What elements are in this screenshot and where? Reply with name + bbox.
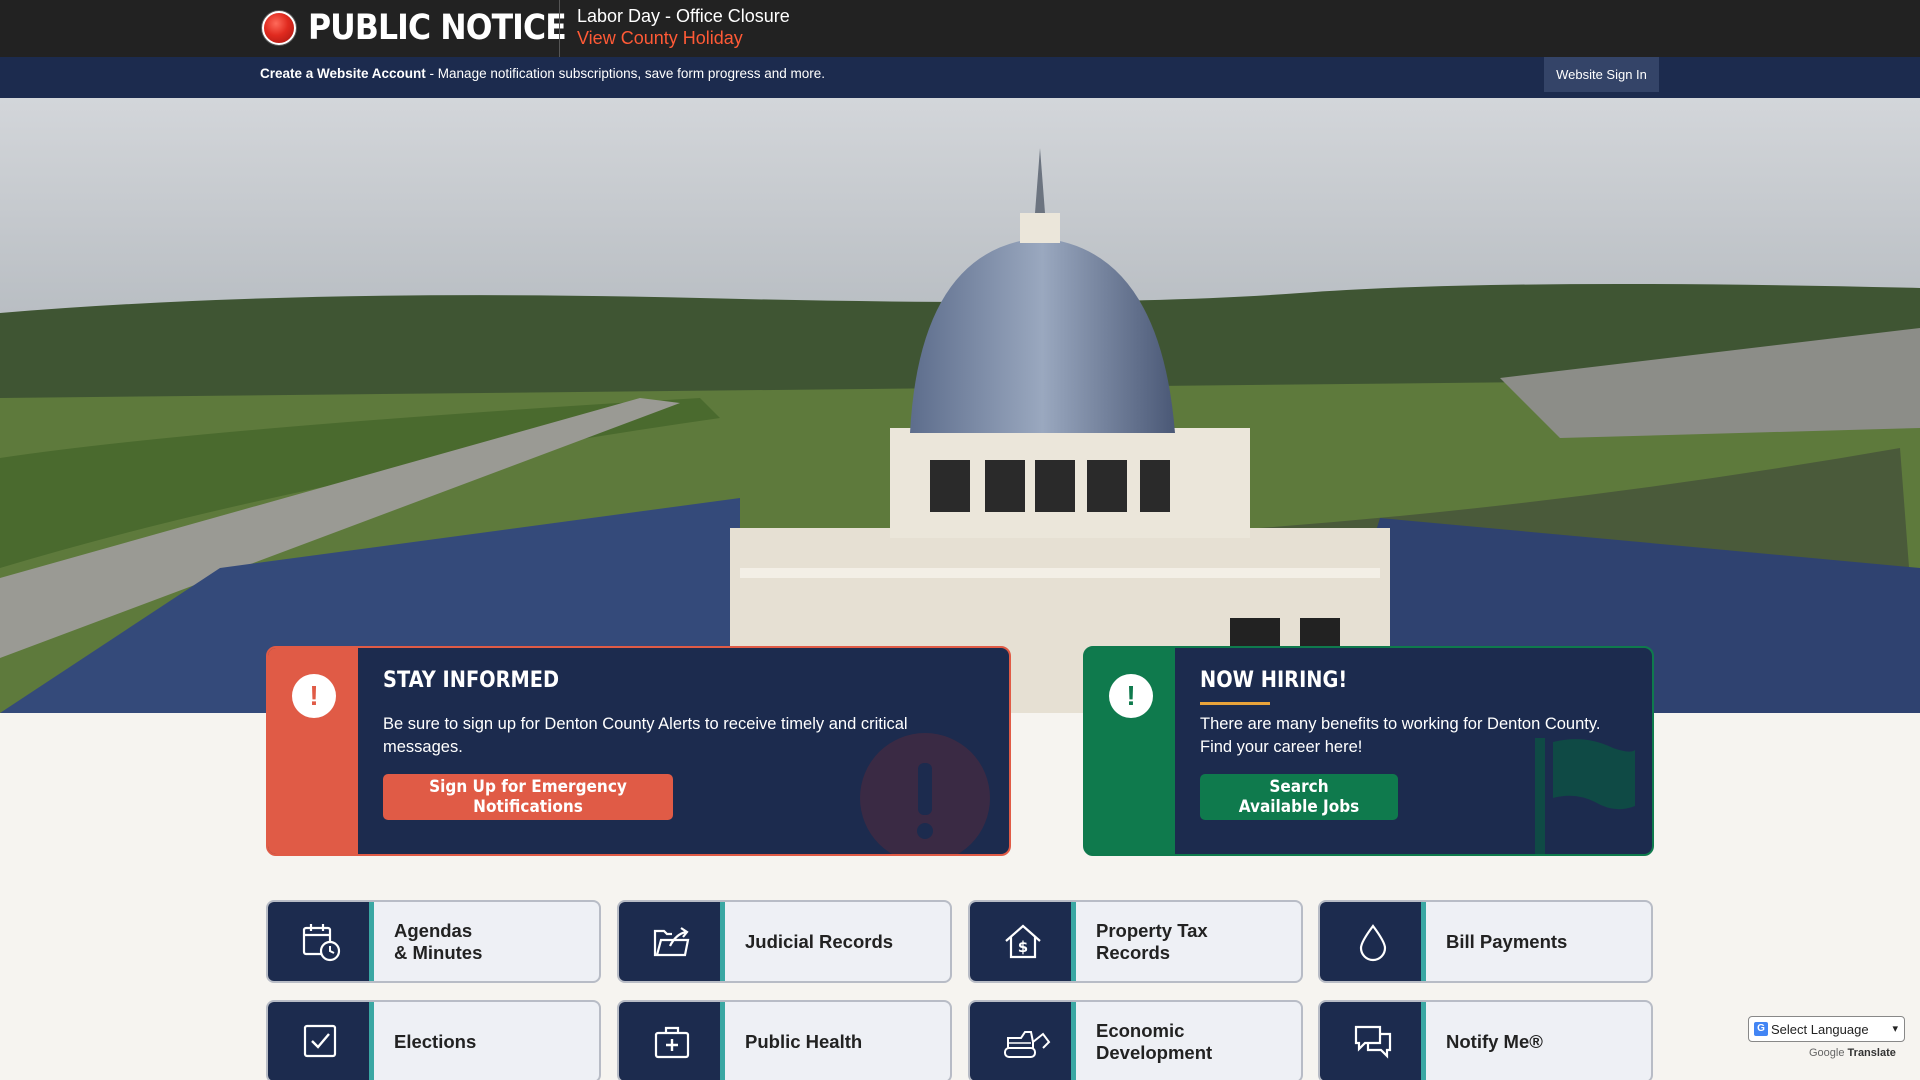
bulldozer-icon [1004, 1031, 1051, 1058]
public-notice-title: PUBLIC NOTICE [308, 8, 567, 48]
tile-label: Elections [394, 1030, 477, 1052]
card-title: NOW HIRING! [1200, 668, 1348, 693]
tile-notify-me[interactable]: Notify Me® [1318, 1000, 1653, 1080]
tile-label: Judicial Records [745, 930, 894, 952]
tile-label: Property Tax Records [1096, 919, 1208, 963]
google-wordmark: Google [1809, 1047, 1845, 1059]
tile-property-tax-records[interactable]: $ Property Tax Records [968, 900, 1303, 983]
website-sign-in-button[interactable]: Website Sign In [1544, 57, 1659, 92]
exclamation-icon: ! [292, 674, 336, 718]
sign-up-emergency-notifications-button[interactable]: Sign Up for Emergency Notifications [383, 774, 673, 820]
account-bar: Create a Website Account - Manage notifi… [0, 57, 1920, 98]
tile-icon-panel [619, 1002, 725, 1080]
tile-public-health[interactable]: Public Health [617, 1000, 952, 1080]
tile-icon-panel [619, 902, 725, 981]
tile-economic-development[interactable]: Economic Development [968, 1000, 1303, 1080]
public-notice-bar: PUBLIC NOTICE Labor Day - Office Closure… [0, 0, 1920, 57]
tile-icon-panel: $ [970, 902, 1076, 981]
tile-label: Bill Payments [1446, 930, 1568, 952]
tile-icon-panel [970, 1002, 1076, 1080]
account-promo: Create a Website Account - Manage notifi… [260, 66, 825, 81]
card-accent-strip: ! [1085, 648, 1175, 854]
folder-arrow-icon [653, 927, 690, 957]
courthouse-aerial-image [0, 98, 1920, 713]
card-accent-strip: ! [268, 648, 358, 854]
title-underline [1200, 702, 1270, 705]
exclamation-watermark-icon [860, 733, 990, 854]
account-description: - Manage notification subscriptions, sav… [425, 66, 825, 81]
view-county-holiday-link[interactable]: View County Holiday [577, 28, 743, 49]
tile-label: Economic Development [1096, 1019, 1213, 1063]
card-title: STAY INFORMED [383, 668, 560, 693]
tile-agendas-minutes[interactable]: Agendas & Minutes [266, 900, 601, 983]
tile-elections[interactable]: Elections [266, 1000, 601, 1080]
water-drop-icon [1359, 924, 1387, 962]
house-dollar-icon: $ [1005, 924, 1041, 959]
button-label: Search Available Jobs [1238, 777, 1360, 817]
create-account-link[interactable]: Create a Website Account [260, 66, 426, 81]
button-label: Sign Up for Emergency Notifications [429, 777, 627, 817]
hero-image [0, 98, 1920, 713]
powered-by-google-translate: Google Translate [1809, 1047, 1896, 1059]
tile-label: Agendas & Minutes [394, 919, 483, 963]
google-g-icon: G [1754, 1022, 1768, 1036]
tile-icon-panel [1320, 902, 1426, 981]
exclamation-icon: ! [1109, 674, 1153, 718]
language-select-label: Select Language [1771, 1021, 1869, 1037]
svg-text:$: $ [1018, 938, 1028, 956]
chat-bubbles-icon [1354, 1025, 1392, 1059]
language-select[interactable]: G Select Language ▾ [1748, 1016, 1905, 1042]
tile-icon-panel [1320, 1002, 1426, 1080]
checkbox-icon [303, 1024, 337, 1058]
tile-judicial-records[interactable]: Judicial Records [617, 900, 952, 983]
tile-label: Public Health [745, 1030, 863, 1052]
alert-message: Labor Day - Office Closure [577, 6, 790, 26]
alert-light-icon [262, 11, 296, 45]
calendar-clock-icon [302, 924, 341, 962]
public-notice-heading: PUBLIC NOTICE [262, 8, 594, 48]
tile-icon-panel [268, 1002, 374, 1080]
stay-informed-card: ! STAY INFORMED Be sure to sign up for D… [266, 646, 1011, 856]
translate-label: Translate [1847, 1047, 1896, 1059]
flag-watermark-icon [1535, 738, 1635, 854]
search-available-jobs-button[interactable]: Search Available Jobs [1200, 774, 1398, 820]
divider [559, 0, 560, 57]
tile-icon-panel [268, 902, 374, 981]
tile-bill-payments[interactable]: Bill Payments [1318, 900, 1653, 983]
now-hiring-card: ! NOW HIRING! There are many benefits to… [1083, 646, 1654, 856]
tile-label: Notify Me® [1446, 1030, 1543, 1052]
medical-kit-icon [654, 1026, 690, 1059]
chevron-down-icon: ▾ [1892, 1023, 1898, 1035]
